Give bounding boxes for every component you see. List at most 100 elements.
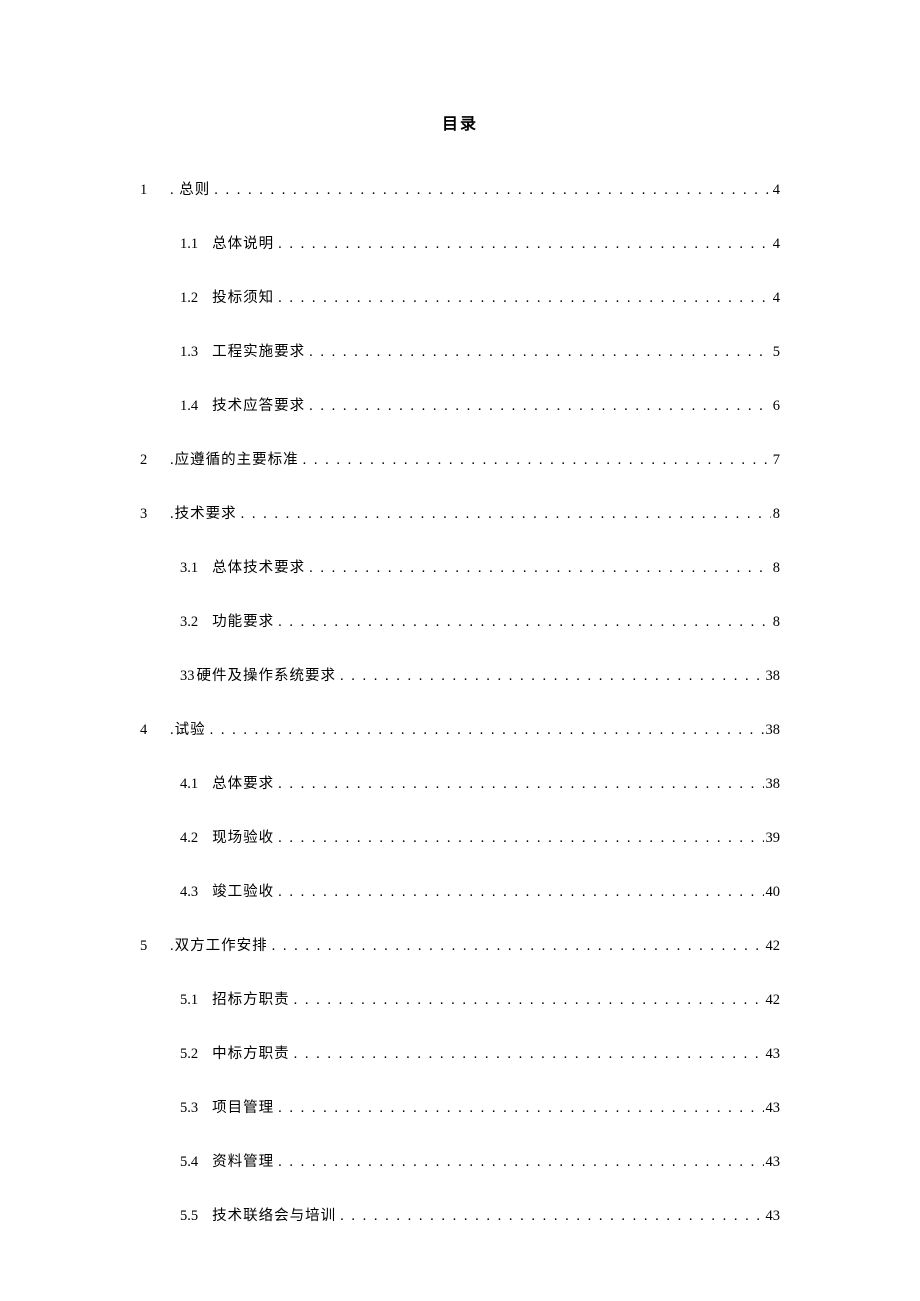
toc-entry: 2 .应遵循的主要标准 7: [140, 448, 780, 469]
toc-entry-number: 33: [180, 668, 195, 685]
toc-dots-leader: [210, 182, 771, 199]
toc-entry: 5.3 项目管理 43: [140, 1096, 780, 1117]
toc-dots-leader: [274, 614, 771, 631]
toc-entry-page: 8: [771, 506, 780, 523]
toc-entry-page: 38: [764, 722, 781, 739]
toc-entry-number: 1.3: [180, 344, 198, 361]
toc-entry-page: 8: [771, 560, 780, 577]
toc-dots-leader: [274, 776, 763, 793]
toc-entry: 3.2 功能要求 8: [140, 610, 780, 631]
toc-dots-leader: [305, 344, 771, 361]
toc-entry: 4.1 总体要求 38: [140, 772, 780, 793]
toc-entry-text: 总体要求: [212, 772, 274, 793]
toc-entry-number: 1.4: [180, 398, 198, 415]
toc-entry-page: 38: [764, 776, 781, 793]
toc-entry-number: 5: [140, 938, 158, 955]
toc-dots-leader: [274, 290, 771, 307]
toc-entry-text: 中标方职责: [212, 1042, 290, 1063]
toc-entry: 33硬件及操作系统要求38: [140, 664, 780, 685]
toc-entry-page: 38: [764, 668, 781, 685]
toc-dots-leader: [206, 722, 764, 739]
toc-dots-leader: [274, 884, 763, 901]
toc-entry: 5.2 中标方职责 43: [140, 1042, 780, 1063]
toc-entry: 4 .试验 38: [140, 718, 780, 739]
toc-entry-text: .技术要求: [170, 502, 237, 523]
toc-entry-text: . 总则: [170, 178, 210, 199]
toc-entry-page: 5: [771, 344, 780, 361]
toc-entry-number: 1.2: [180, 290, 198, 307]
toc-entry-number: 5.4: [180, 1154, 198, 1171]
toc-entry: 1 . 总则 4: [140, 178, 780, 199]
toc-entry-text: 总体说明: [212, 232, 274, 253]
toc-dots-leader: [237, 506, 771, 523]
toc-entry-text: 功能要求: [212, 610, 274, 631]
toc-dots-leader: [274, 236, 771, 253]
toc-entry-page: 43: [764, 1208, 781, 1225]
toc-dots-leader: [290, 1046, 764, 1063]
toc-entry-number: 5.3: [180, 1100, 198, 1117]
toc-entry-page: 7: [771, 452, 780, 469]
toc-entry-text: 技术应答要求: [212, 394, 305, 415]
toc-entry-number: 5.5: [180, 1208, 198, 1225]
toc-entry-text: 项目管理: [212, 1096, 274, 1117]
toc-dots-leader: [305, 398, 771, 415]
toc-dots-leader: [290, 992, 764, 1009]
toc-entry-page: 4: [771, 290, 780, 307]
toc-entry: 1.4 技术应答要求 6: [140, 394, 780, 415]
toc-entry-page: 40: [764, 884, 781, 901]
toc-entry-text: 竣工验收: [212, 880, 274, 901]
toc-entry-page: 4: [771, 182, 780, 199]
toc-dots-leader: [299, 452, 771, 469]
toc-entry: 1.2 投标须知 4: [140, 286, 780, 307]
toc-entry: 5 .双方工作安排 42: [140, 934, 780, 955]
toc-entry-text: 现场验收: [212, 826, 274, 847]
toc-entry-page: 43: [764, 1154, 781, 1171]
toc-entry-page: 42: [764, 938, 781, 955]
toc-dots-leader: [336, 1208, 763, 1225]
toc-dots-leader: [274, 1154, 763, 1171]
toc-entry-text: .试验: [170, 718, 206, 739]
toc-entry-number: 1: [140, 182, 158, 199]
toc-dots-leader: [336, 668, 764, 685]
toc-entry-number: 3.2: [180, 614, 198, 631]
toc-entry: 5.1招标方职责42: [140, 988, 780, 1009]
toc-entry-text: 投标须知: [212, 286, 274, 307]
toc-entry-number: 4: [140, 722, 158, 739]
toc-entry: 1.3 工程实施要求 5: [140, 340, 780, 361]
toc-entry-number: 2: [140, 452, 158, 469]
toc-entry-text: .应遵循的主要标准: [170, 448, 299, 469]
toc-dots-leader: [274, 1100, 763, 1117]
toc-entry-page: 43: [764, 1046, 781, 1063]
toc-entry-number: 4.1: [180, 776, 198, 793]
toc-entry: 5.5 技术联络会与培训 43: [140, 1204, 780, 1225]
toc-entry-page: 43: [764, 1100, 781, 1117]
toc-entry: 5.4资料管理43: [140, 1150, 780, 1171]
document-page: 目录 1 . 总则 4 1.1 总体说明 4 1.2 投标须知 4 1.3 工程实施要求 5 1.4 技术…: [0, 0, 920, 1225]
toc-title: 目录: [140, 110, 780, 134]
toc-entry-number: 4.2: [180, 830, 198, 847]
toc-entry-text: 总体技术要求: [212, 556, 305, 577]
toc-entry-text: 招标方职责: [212, 988, 290, 1009]
toc-entry-text: .双方工作安排: [170, 934, 268, 955]
toc-entry-number: 3: [140, 506, 158, 523]
toc-dots-leader: [268, 938, 764, 955]
toc-container: 1 . 总则 4 1.1 总体说明 4 1.2 投标须知 4 1.3 工程实施要求 5 1.4 技术应答要…: [140, 178, 780, 1225]
toc-entry-number: 4.3: [180, 884, 198, 901]
toc-entry: 3 .技术要求 8: [140, 502, 780, 523]
toc-dots-leader: [274, 830, 763, 847]
toc-entry-text: 技术联络会与培训: [212, 1204, 336, 1225]
toc-entry-page: 39: [764, 830, 781, 847]
toc-entry-text: 工程实施要求: [212, 340, 305, 361]
toc-dots-leader: [305, 560, 771, 577]
toc-entry: 4.3 竣工验收 40: [140, 880, 780, 901]
toc-entry-page: 6: [771, 398, 780, 415]
toc-entry-number: 1.1: [180, 236, 198, 253]
toc-entry-number: 5.2: [180, 1046, 198, 1063]
toc-entry: 4.2 现场验收 39: [140, 826, 780, 847]
toc-entry-number: 3.1: [180, 560, 198, 577]
toc-entry: 3.1 总体技术要求 8: [140, 556, 780, 577]
toc-entry: 1.1 总体说明 4: [140, 232, 780, 253]
toc-entry-page: 8: [771, 614, 780, 631]
toc-entry-number: 5.1: [180, 992, 198, 1009]
toc-entry-page: 4: [771, 236, 780, 253]
